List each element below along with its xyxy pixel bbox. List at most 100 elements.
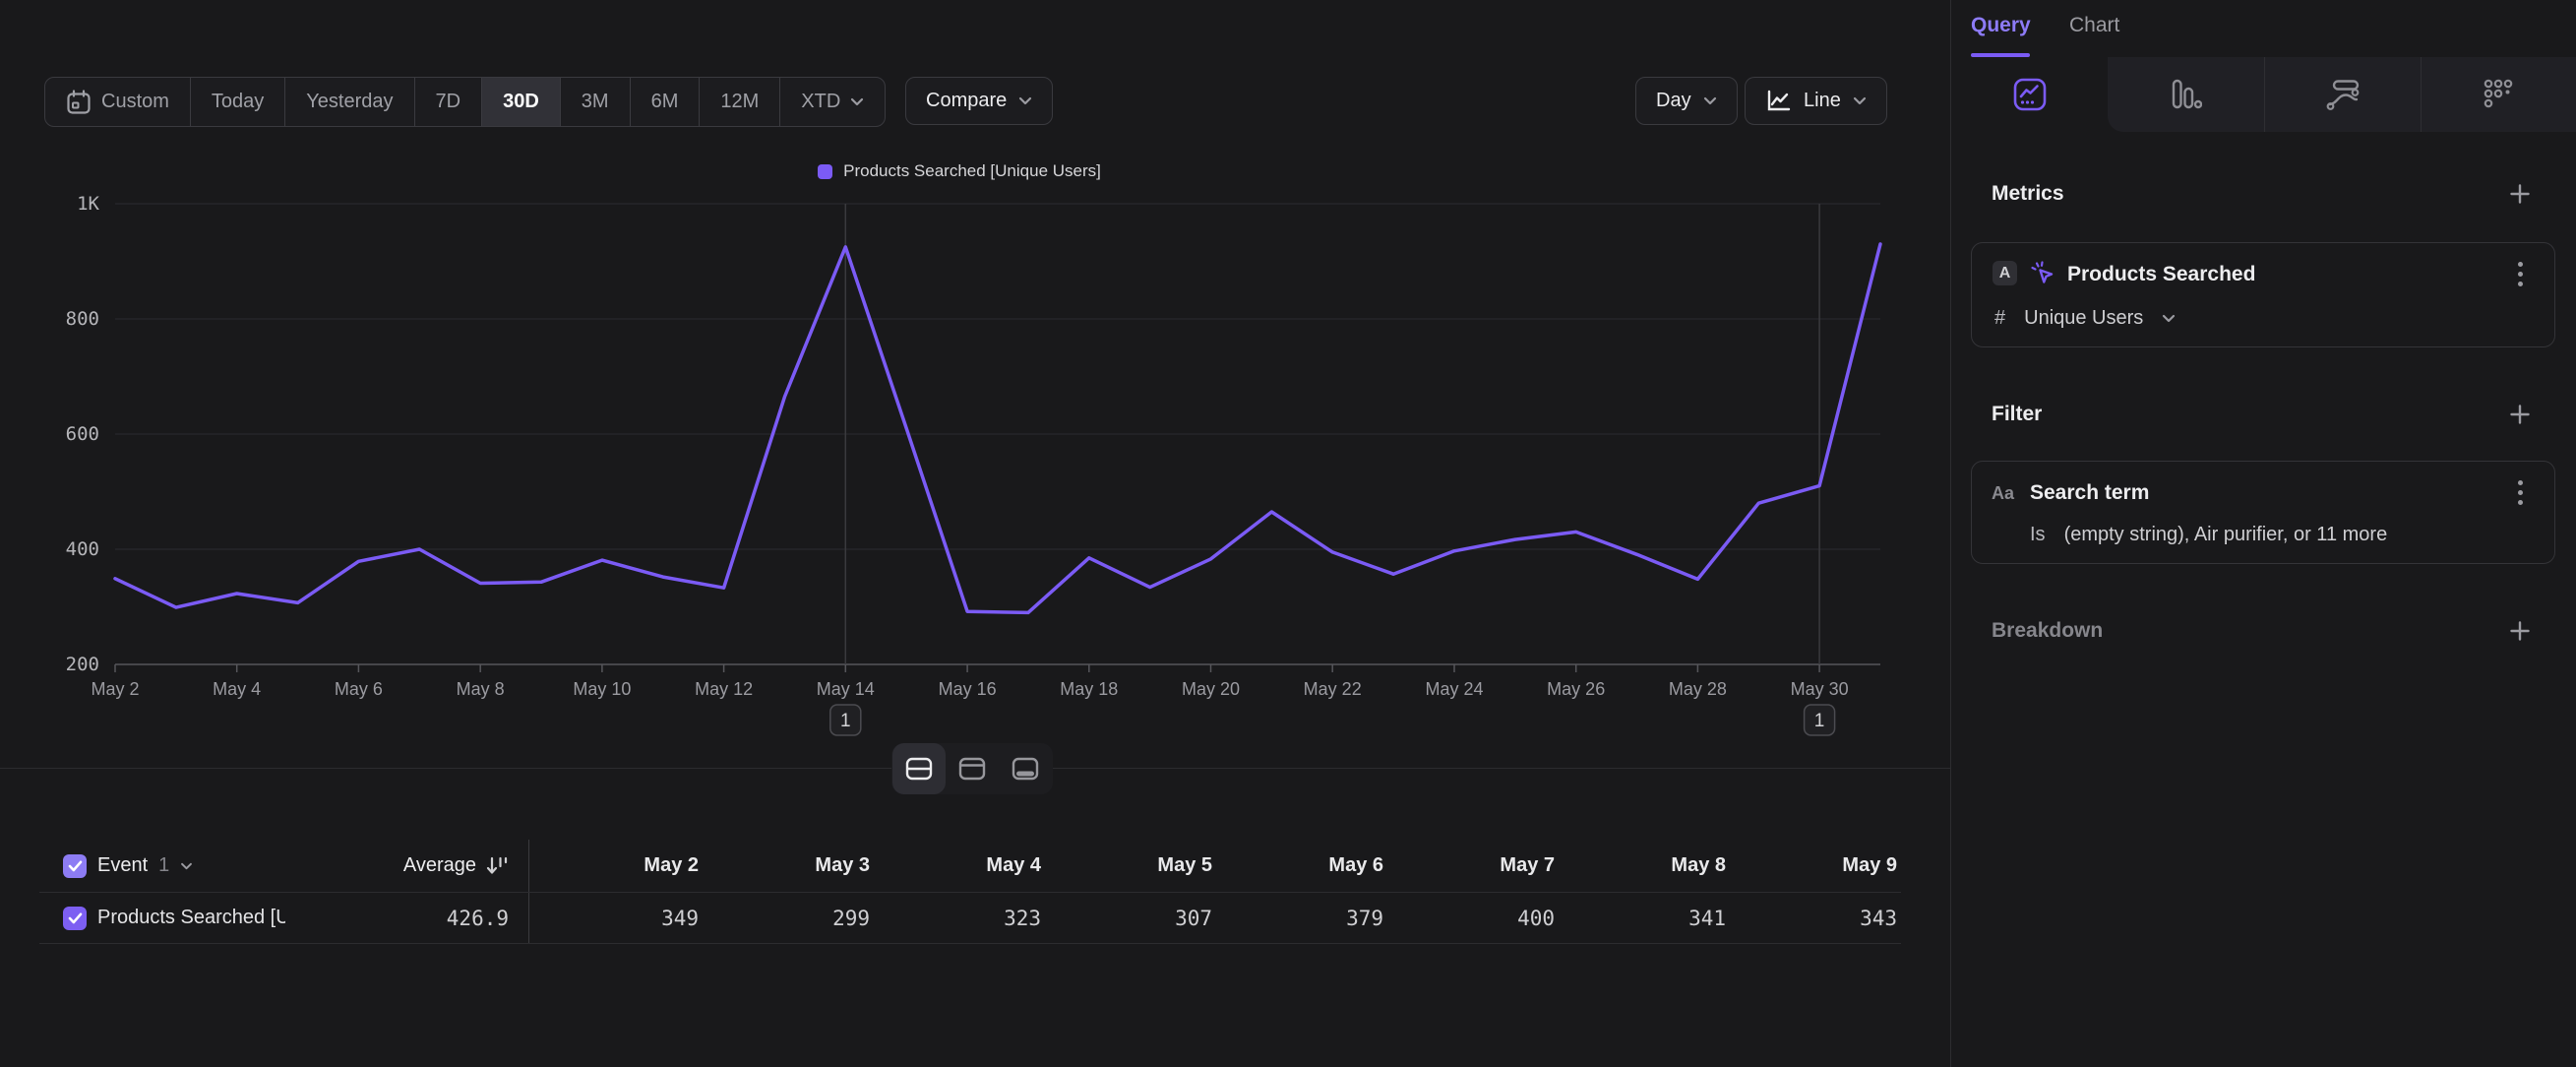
average-value-cell: 426.9 (285, 893, 529, 943)
legend-label: Products Searched [Unique Users] (843, 161, 1101, 181)
metric-card[interactable]: A Products Searched # Unique Users (1971, 242, 2555, 347)
event-row-cell: Products Searched [Un... (39, 907, 285, 930)
compare-button[interactable]: Compare (905, 77, 1053, 125)
chevron-down-icon (2162, 314, 2176, 323)
layout-chart-only-button[interactable] (946, 743, 999, 794)
breakdown-table: Event 1 Average May 2May 3May 4May 5May … (39, 840, 1901, 944)
chevron-down-icon (1853, 96, 1867, 105)
chevron-down-icon (850, 97, 864, 106)
date-range-control: CustomTodayYesterday7D30D3M6M12MXTD (44, 77, 886, 127)
date-column-header[interactable]: May 7 (1385, 854, 1557, 877)
date-value-cell: 349 (529, 907, 701, 930)
chevron-down-icon (1018, 96, 1032, 105)
check-icon (68, 912, 83, 924)
add-breakdown-button[interactable] (2509, 620, 2531, 642)
plus-icon (2509, 404, 2531, 425)
metric-aggregation[interactable]: # Unique Users (1994, 307, 2176, 330)
date-column-header[interactable]: May 8 (1557, 854, 1728, 877)
date-column-header[interactable]: May 2 (529, 854, 701, 877)
select-all-checkbox[interactable] (63, 854, 87, 878)
tab-funnels[interactable] (2108, 57, 2264, 132)
svg-text:May 20: May 20 (1182, 679, 1240, 699)
metrics-heading: Metrics (1992, 182, 2064, 206)
tab-chart[interactable]: Chart (2069, 14, 2119, 37)
flows-icon (2326, 79, 2360, 110)
add-filter-button[interactable] (2509, 404, 2531, 425)
line-chart-icon (1765, 89, 1792, 113)
average-column-label: Average (403, 854, 476, 877)
query-sidebar: Query Chart (1950, 0, 2576, 1067)
svg-text:May 30: May 30 (1791, 679, 1849, 699)
plus-icon (2509, 620, 2531, 642)
event-column-label: Event (97, 854, 148, 877)
average-header-cell[interactable]: Average (285, 840, 529, 892)
svg-text:May 6: May 6 (335, 679, 383, 699)
filter-options-button[interactable] (2507, 479, 2533, 505)
svg-text:400: 400 (66, 538, 99, 560)
check-icon (68, 860, 83, 872)
range-30d-button[interactable]: 30D (481, 78, 560, 126)
insights-icon (2013, 78, 2047, 111)
chart-only-icon (958, 757, 986, 781)
filter-operator: Is (2030, 524, 2046, 546)
tab-flows[interactable] (2264, 57, 2421, 132)
tab-insights[interactable] (1951, 57, 2108, 132)
svg-text:600: 600 (66, 423, 99, 445)
range-xtd-button[interactable]: XTD (779, 78, 885, 126)
date-value-cell: 379 (1214, 907, 1385, 930)
date-value-cell: 299 (701, 907, 872, 930)
metric-options-button[interactable] (2507, 261, 2533, 286)
date-value-cell: 341 (1557, 907, 1728, 930)
metric-letter-badge: A (1993, 261, 2017, 285)
layout-split-button[interactable] (892, 743, 946, 794)
metric-name: Products Searched (2067, 263, 2255, 286)
date-column-header[interactable]: May 5 (1043, 854, 1214, 877)
date-value-cell: 323 (872, 907, 1043, 930)
date-value-cell: 400 (1385, 907, 1557, 930)
svg-text:May 18: May 18 (1060, 679, 1118, 699)
series-checkbox[interactable] (63, 907, 87, 930)
range-custom-button[interactable]: Custom (45, 78, 190, 126)
series-row-label: Products Searched [Un... (97, 907, 285, 929)
chevron-down-icon[interactable] (180, 862, 193, 870)
range-today-button[interactable]: Today (190, 78, 284, 126)
date-column-header[interactable]: May 6 (1214, 854, 1385, 877)
chart-type-label: Line (1804, 90, 1841, 112)
chart-type-button[interactable]: Line (1745, 77, 1887, 125)
svg-text:200: 200 (66, 654, 99, 675)
range-6m-button[interactable]: 6M (630, 78, 700, 126)
date-column-header[interactable]: May 9 (1728, 854, 1899, 877)
tab-retention[interactable] (2421, 57, 2576, 132)
event-cursor-icon (2029, 260, 2056, 287)
range-3m-button[interactable]: 3M (560, 78, 630, 126)
table-header-row: Event 1 Average May 2May 3May 4May 5May … (39, 840, 1901, 893)
granularity-label: Day (1656, 90, 1691, 112)
range-7d-button[interactable]: 7D (414, 78, 482, 126)
report-type-tabs (1951, 57, 2576, 132)
add-metric-button[interactable] (2509, 183, 2531, 205)
calendar-icon (66, 90, 92, 115)
filter-card[interactable]: Aa Search term Is (empty string), Air pu… (1971, 461, 2555, 564)
breakdown-heading-row: Breakdown (1992, 619, 2531, 643)
svg-text:1: 1 (1814, 711, 1825, 731)
svg-text:May 16: May 16 (939, 679, 997, 699)
svg-text:May 24: May 24 (1425, 679, 1483, 699)
tab-query[interactable]: Query (1971, 14, 2031, 37)
date-column-header[interactable]: May 3 (701, 854, 872, 877)
filter-heading: Filter (1992, 403, 2042, 426)
svg-text:May 22: May 22 (1304, 679, 1362, 699)
compare-label: Compare (926, 90, 1007, 112)
layout-table-only-button[interactable] (999, 743, 1052, 794)
range-12m-button[interactable]: 12M (699, 78, 779, 126)
chevron-down-icon (1703, 96, 1717, 105)
line-chart-svg: 2004006008001KMay 2May 4May 6May 8May 10… (0, 187, 1919, 758)
svg-text:May 12: May 12 (695, 679, 753, 699)
date-column-header[interactable]: May 4 (872, 854, 1043, 877)
filter-condition[interactable]: Is (empty string), Air purifier, or 11 m… (2030, 524, 2387, 546)
event-header-cell: Event 1 (39, 854, 285, 878)
svg-text:1: 1 (840, 711, 851, 731)
granularity-button[interactable]: Day (1635, 77, 1738, 125)
range-yesterday-button[interactable]: Yesterday (284, 78, 413, 126)
chart-legend[interactable]: Products Searched [Unique Users] (0, 161, 1919, 181)
svg-text:May 8: May 8 (457, 679, 505, 699)
